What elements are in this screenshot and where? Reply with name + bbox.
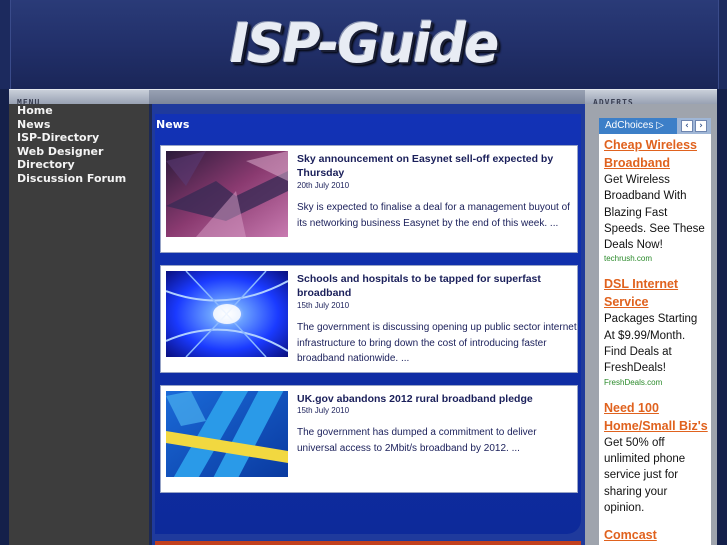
right-border (717, 89, 727, 545)
article-title[interactable]: Schools and hospitals to be tapped for s… (297, 272, 569, 300)
ad-item: DSL Internet Service Packages Starting A… (604, 275, 708, 388)
article-date: 20th July 2010 (297, 181, 350, 190)
article-summary: The government has dumped a commitment t… (297, 427, 537, 454)
article-title[interactable]: Sky announcement on Easynet sell-off exp… (297, 152, 569, 180)
article-image-cables[interactable] (166, 391, 288, 477)
menu-item-web-designer[interactable]: Web Designer (9, 145, 149, 159)
ad-item: Cheap Wireless Broadband Get Wireless Br… (604, 136, 708, 265)
news-panel: News Sky announcement on Easynet sell-of… (155, 114, 581, 534)
adchoices-bar: AdChoices ▷ ‹ › (599, 118, 711, 134)
content-bottom-strip (155, 541, 581, 545)
ad-title[interactable]: DSL Internet Service (604, 275, 708, 311)
article-title[interactable]: UK.gov abandons 2012 rural broadband ple… (297, 392, 569, 406)
adchoices-label: AdChoices (605, 120, 654, 131)
menu-bar: MENU (9, 89, 149, 107)
ad-body: Packages Starting At $9.99/Month. Find D… (604, 313, 698, 375)
site-logo[interactable]: ISP-Guide (0, 13, 727, 76)
adverts-bar: ADVERTS (585, 89, 717, 107)
ad-item: Need 100 Home/Small Biz's Get 50% off un… (604, 399, 708, 516)
news-article: UK.gov abandons 2012 rural broadband ple… (160, 385, 578, 493)
main-content: News Sky announcement on Easynet sell-of… (152, 104, 585, 545)
article-date: 15th July 2010 (297, 406, 350, 415)
adverts-column: AdChoices ▷ ‹ › Cheap Wireless Broadband… (585, 104, 717, 545)
article-summary: The government is discussing opening up … (297, 322, 577, 364)
side-menu: Home News ISP-Directory Web Designer Dir… (9, 104, 149, 545)
news-article: Sky announcement on Easynet sell-off exp… (160, 145, 578, 253)
article-date: 15th July 2010 (297, 301, 350, 310)
ad-unit: AdChoices ▷ ‹ › Cheap Wireless Broadband… (599, 118, 711, 545)
left-border (0, 89, 9, 545)
news-article: Schools and hospitals to be tapped for s… (160, 265, 578, 373)
menu-item-isp-directory[interactable]: ISP-Directory (9, 131, 149, 145)
article-image-world-map[interactable] (166, 151, 288, 237)
menu-item-directory[interactable]: Directory (9, 158, 149, 172)
menu-item-discussion-forum[interactable]: Discussion Forum (9, 172, 149, 186)
ad-body: Get Wireless Broadband With Blazing Fast… (604, 174, 705, 252)
site-header: ISP-Guide (0, 0, 727, 90)
ad-body: Get 50% off unlimited phone service just… (604, 436, 686, 514)
menu-item-news[interactable]: News (9, 118, 149, 132)
menu-item-home[interactable]: Home (9, 104, 149, 118)
ad-title[interactable]: Cheap Wireless Broadband (604, 136, 708, 172)
ad-next-icon[interactable]: › (695, 120, 707, 132)
ad-title[interactable]: Comcast (604, 526, 708, 544)
ad-item: Comcast (604, 526, 708, 544)
ad-domain[interactable]: FreshDeals.com (604, 377, 708, 389)
adchoices-link[interactable]: AdChoices ▷ (599, 118, 677, 134)
ad-title[interactable]: Need 100 Home/Small Biz's (604, 399, 708, 435)
ad-domain[interactable]: techrush.com (604, 253, 708, 265)
adchoices-icon: ▷ (656, 120, 664, 131)
article-summary: Sky is expected to finalise a deal for a… (297, 202, 570, 229)
news-heading: News (156, 118, 190, 131)
article-image-fibre-network[interactable] (166, 271, 288, 357)
ad-nav: ‹ › (677, 118, 711, 134)
ad-list: Cheap Wireless Broadband Get Wireless Br… (604, 136, 708, 545)
ad-prev-icon[interactable]: ‹ (681, 120, 693, 132)
content-bar (149, 89, 585, 105)
